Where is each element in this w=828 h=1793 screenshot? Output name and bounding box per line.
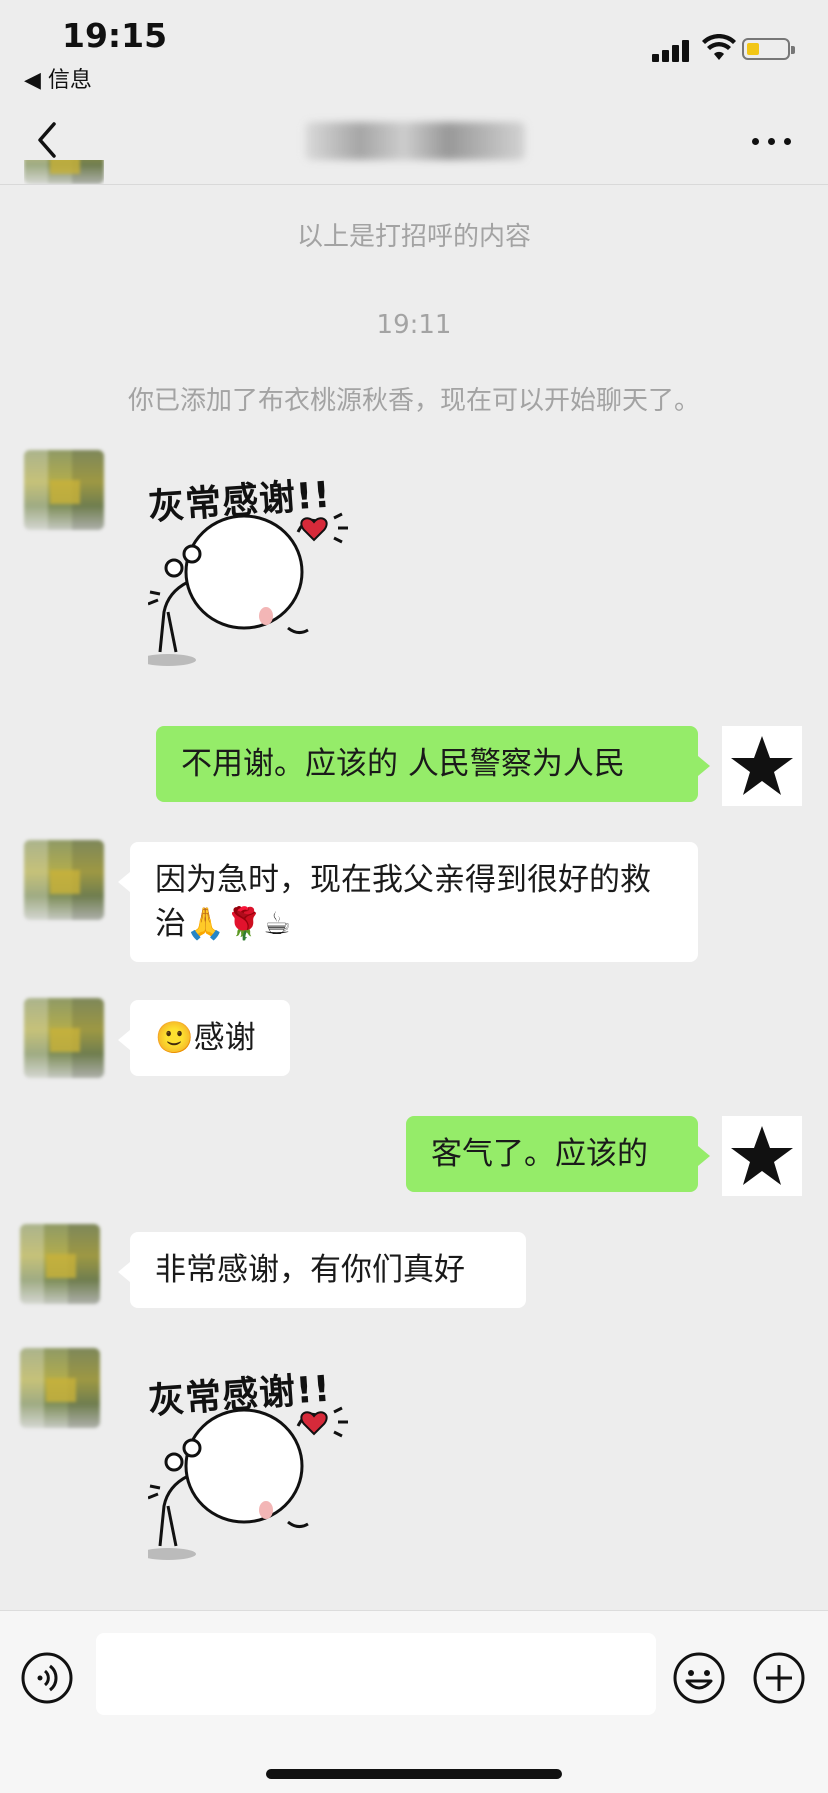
plus-icon[interactable] xyxy=(752,1651,806,1705)
emoji-icon[interactable] xyxy=(672,1651,726,1705)
chevron-left-icon[interactable] xyxy=(28,118,68,162)
contact-avatar[interactable] xyxy=(20,1348,100,1428)
incoming-message-bubble[interactable]: 因为急时，现在我父亲得到很好的救治🙏🌹☕ xyxy=(118,842,698,962)
self-avatar[interactable] xyxy=(722,726,802,806)
outgoing-message-bubble[interactable]: 不用谢。应该的 人民警察为人民 xyxy=(156,726,710,802)
bowing-character-sticker xyxy=(148,1406,348,1560)
star-icon xyxy=(731,1126,793,1185)
chat-title-blurred xyxy=(305,122,525,160)
contact-avatar[interactable] xyxy=(24,840,104,920)
outgoing-message-bubble[interactable]: 客气了。应该的 xyxy=(406,1116,710,1192)
cellular-signal-icon xyxy=(652,38,692,62)
contact-avatar[interactable] xyxy=(24,450,104,530)
back-to-app-link[interactable]: ◀ 信息 xyxy=(24,62,92,94)
self-avatar[interactable] xyxy=(722,1116,802,1196)
sticker-message[interactable]: 灰常感谢!! xyxy=(147,472,368,692)
voice-input-icon[interactable] xyxy=(20,1651,74,1705)
chat-header xyxy=(0,100,828,185)
battery-icon xyxy=(742,38,795,60)
home-indicator[interactable] xyxy=(266,1769,562,1779)
greeting-note: 以上是打招呼的内容 xyxy=(296,222,531,252)
friend-added-note: 你已添加了布衣桃源秋香，现在可以开始聊天了。 xyxy=(127,386,700,416)
wifi-icon xyxy=(702,34,736,60)
bowing-character-sticker xyxy=(148,512,348,666)
status-time: 19:15 xyxy=(62,16,168,55)
contact-avatar[interactable] xyxy=(20,1224,100,1304)
star-icon xyxy=(731,736,793,795)
chat-input-bar xyxy=(0,1610,828,1793)
status-bar: 19:15 ◀ 信息 xyxy=(0,0,828,100)
timestamp: 19:11 xyxy=(376,310,452,340)
more-dots-icon[interactable] xyxy=(748,132,796,148)
incoming-message-bubble[interactable]: 非常感谢，有你们真好 xyxy=(118,1232,526,1308)
message-input[interactable] xyxy=(96,1633,656,1715)
incoming-message-bubble[interactable]: 🙂感谢 xyxy=(118,1000,290,1076)
sticker-message[interactable]: 灰常感谢!! xyxy=(147,1366,368,1586)
contact-avatar[interactable] xyxy=(24,998,104,1078)
